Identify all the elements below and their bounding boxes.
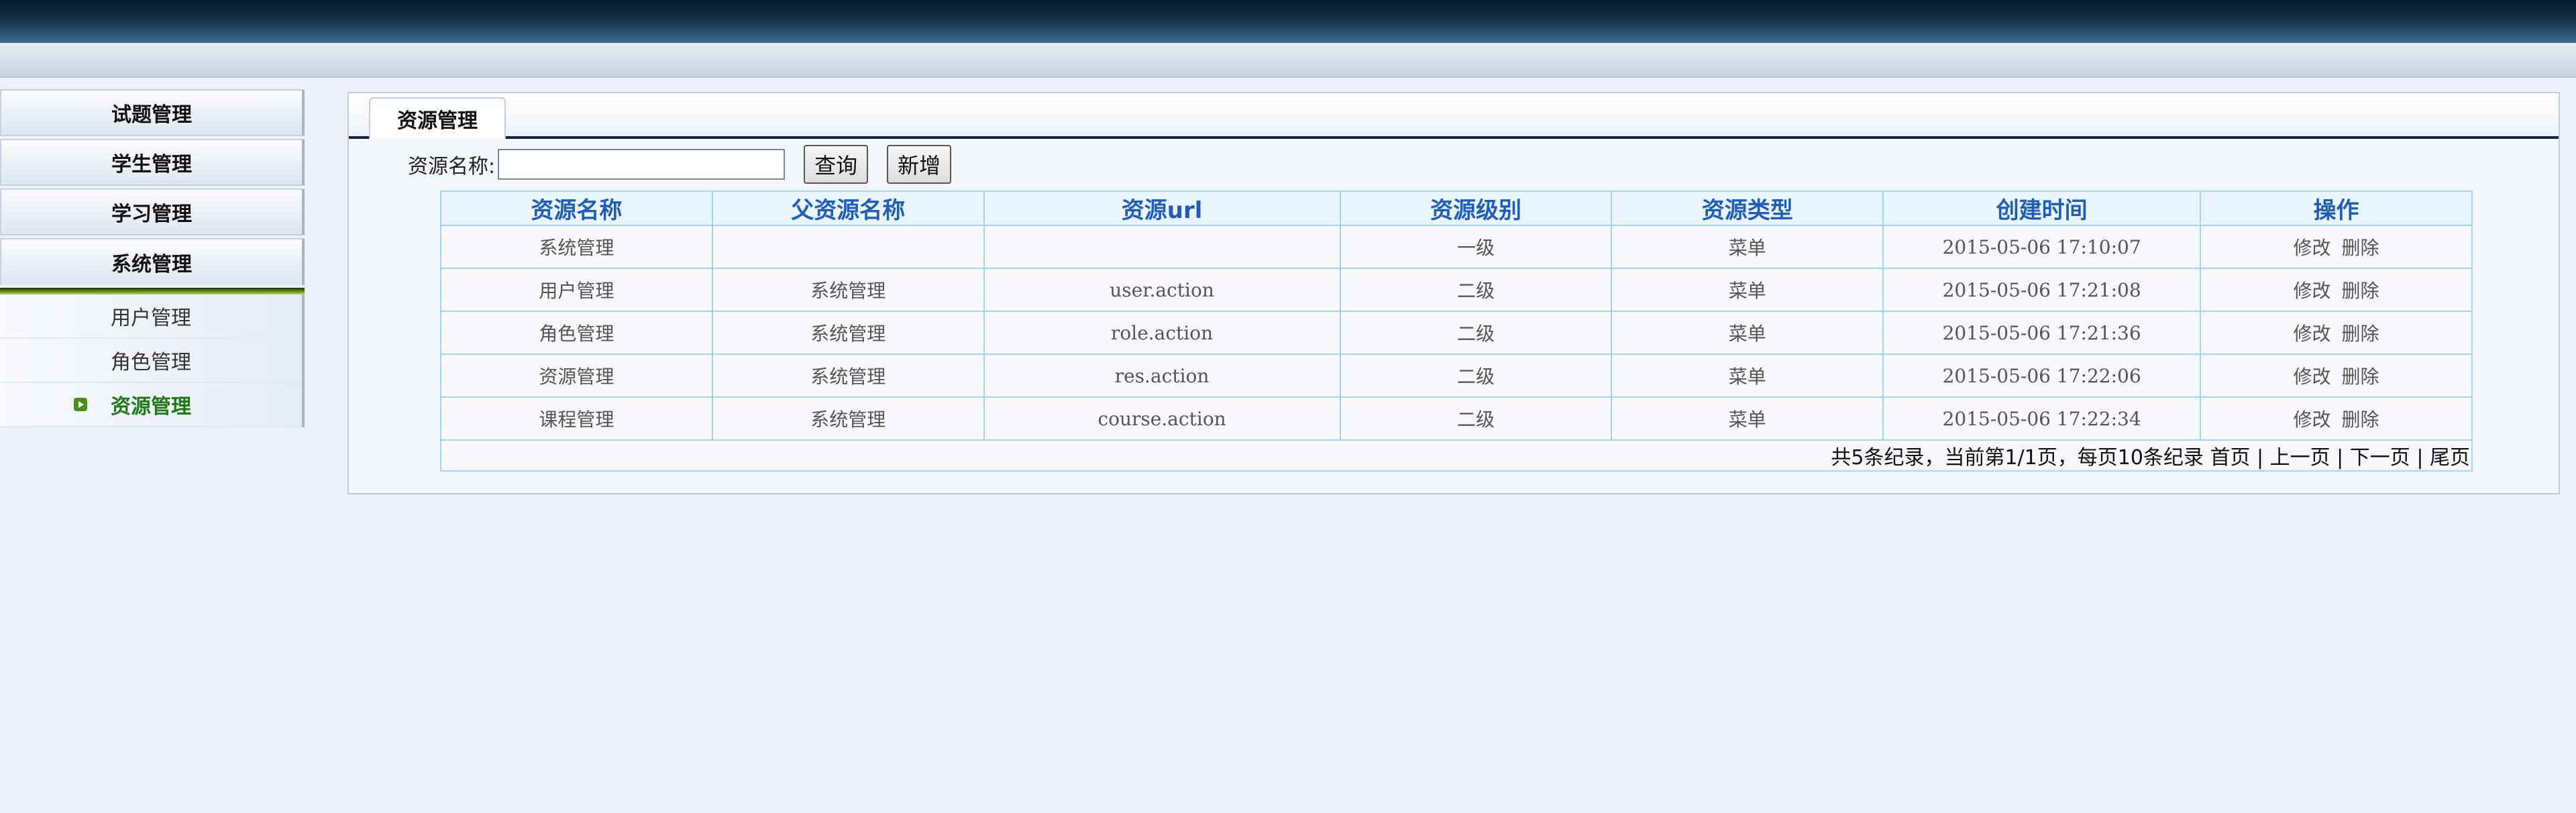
cell-actions: 修改 删除 <box>2200 268 2473 312</box>
submenu-item-roles[interactable]: 角色管理 <box>0 339 302 383</box>
table-row: 课程管理 系统管理 course.action 二级 菜单 2015-05-06… <box>440 396 2473 441</box>
cell-level: 二级 <box>1339 396 1613 441</box>
column-header: 创建时间 <box>1882 191 2202 226</box>
cell-url: course.action <box>983 396 1341 441</box>
delete-link[interactable]: 删除 <box>2342 237 2379 259</box>
resource-name-input[interactable] <box>498 149 786 180</box>
arrow-right-icon <box>74 398 87 411</box>
cell-level: 二级 <box>1339 268 1613 312</box>
cell-actions: 修改 删除 <box>2200 354 2473 398</box>
panel-header: 资源管理 <box>349 93 2559 139</box>
cell-created: 2015-05-06 17:22:34 <box>1882 396 2202 441</box>
table-header-row: 资源名称 父资源名称 资源url 资源级别 资源类型 创建时间 操作 <box>440 191 2473 226</box>
resource-table: 资源名称 父资源名称 资源url 资源级别 资源类型 创建时间 操作 系统管理 … <box>440 191 2473 472</box>
edit-link[interactable]: 修改 <box>2294 237 2331 259</box>
cell-parent <box>711 225 985 269</box>
column-header: 资源级别 <box>1339 191 1613 226</box>
cell-created: 2015-05-06 17:21:36 <box>1882 311 2202 355</box>
search-bar: 资源名称: 查询 新增 <box>408 144 952 184</box>
cell-type: 菜单 <box>1611 396 1884 441</box>
delete-link[interactable]: 删除 <box>2342 323 2379 345</box>
pagination[interactable]: 共5条纪录，当前第1/1页，每页10条纪录 首页 | 上一页 | 下一页 | 尾… <box>440 439 2473 472</box>
sub-banner <box>0 43 2576 78</box>
table-row: 资源管理 系统管理 res.action 二级 菜单 2015-05-06 17… <box>440 354 2473 398</box>
cell-type: 菜单 <box>1611 354 1884 398</box>
pager-row: 共5条纪录，当前第1/1页，每页10条纪录 首页 | 上一页 | 下一页 | 尾… <box>440 439 2473 472</box>
cell-name: 角色管理 <box>440 311 713 355</box>
menu-study-management[interactable]: 学习管理 <box>0 188 305 235</box>
cell-parent: 系统管理 <box>711 354 985 398</box>
menu-active-divider <box>0 288 305 294</box>
column-header: 资源名称 <box>440 191 713 226</box>
cell-level: 二级 <box>1339 311 1613 355</box>
column-header: 资源url <box>983 191 1341 226</box>
cell-type: 菜单 <box>1611 268 1884 312</box>
main-panel: 资源管理 资源名称: 查询 新增 资源名称 父资源名称 资源url 资源级别 资… <box>347 92 2560 494</box>
column-header: 父资源名称 <box>711 191 985 226</box>
cell-url: res.action <box>983 354 1341 398</box>
cell-created: 2015-05-06 17:22:06 <box>1882 354 2202 398</box>
cell-parent: 系统管理 <box>711 396 985 441</box>
submenu-item-label: 资源管理 <box>111 395 191 419</box>
search-label: 资源名称: <box>408 155 496 178</box>
cell-actions: 修改 删除 <box>2200 225 2473 269</box>
table-row: 用户管理 系统管理 user.action 二级 菜单 2015-05-06 1… <box>440 268 2473 312</box>
column-header: 操作 <box>2200 191 2473 226</box>
cell-url: role.action <box>983 311 1341 355</box>
cell-actions: 修改 删除 <box>2200 396 2473 441</box>
table-row: 角色管理 系统管理 role.action 二级 菜单 2015-05-06 1… <box>440 311 2473 355</box>
delete-link[interactable]: 删除 <box>2342 409 2379 431</box>
menu-system-management[interactable]: 系统管理 <box>0 238 305 285</box>
cell-name: 课程管理 <box>440 396 713 441</box>
cell-parent: 系统管理 <box>711 311 985 355</box>
tab-resource-management[interactable]: 资源管理 <box>369 97 506 139</box>
cell-url <box>983 225 1341 269</box>
cell-type: 菜单 <box>1611 311 1884 355</box>
cell-level: 二级 <box>1339 354 1613 398</box>
menu-question-management[interactable]: 试题管理 <box>0 89 305 136</box>
cell-name: 资源管理 <box>440 354 713 398</box>
edit-link[interactable]: 修改 <box>2294 366 2331 388</box>
column-header: 资源类型 <box>1611 191 1884 226</box>
table-row: 系统管理 一级 菜单 2015-05-06 17:10:07 修改 删除 <box>440 225 2473 269</box>
cell-created: 2015-05-06 17:21:08 <box>1882 268 2202 312</box>
edit-link[interactable]: 修改 <box>2294 409 2331 431</box>
delete-link[interactable]: 删除 <box>2342 366 2379 388</box>
edit-link[interactable]: 修改 <box>2294 280 2331 302</box>
top-banner <box>0 0 2576 43</box>
submenu-item-users[interactable]: 用户管理 <box>0 294 302 339</box>
cell-level: 一级 <box>1339 225 1613 269</box>
cell-created: 2015-05-06 17:10:07 <box>1882 225 2202 269</box>
cell-name: 用户管理 <box>440 268 713 312</box>
submenu-item-label: 用户管理 <box>111 307 191 330</box>
cell-name: 系统管理 <box>440 225 713 269</box>
edit-link[interactable]: 修改 <box>2294 323 2331 345</box>
cell-parent: 系统管理 <box>711 268 985 312</box>
query-button[interactable]: 查询 <box>804 145 869 184</box>
add-button[interactable]: 新增 <box>887 145 952 184</box>
submenu-item-label: 角色管理 <box>111 351 191 374</box>
submenu: 用户管理 角色管理 资源管理 <box>0 294 305 427</box>
menu-student-management[interactable]: 学生管理 <box>0 139 305 186</box>
sidebar: 试题管理 学生管理 学习管理 系统管理 用户管理 角色管理 资源管理 <box>0 89 305 427</box>
submenu-item-resources[interactable]: 资源管理 <box>0 383 302 427</box>
cell-url: user.action <box>983 268 1341 312</box>
cell-actions: 修改 删除 <box>2200 311 2473 355</box>
cell-type: 菜单 <box>1611 225 1884 269</box>
delete-link[interactable]: 删除 <box>2342 280 2379 302</box>
